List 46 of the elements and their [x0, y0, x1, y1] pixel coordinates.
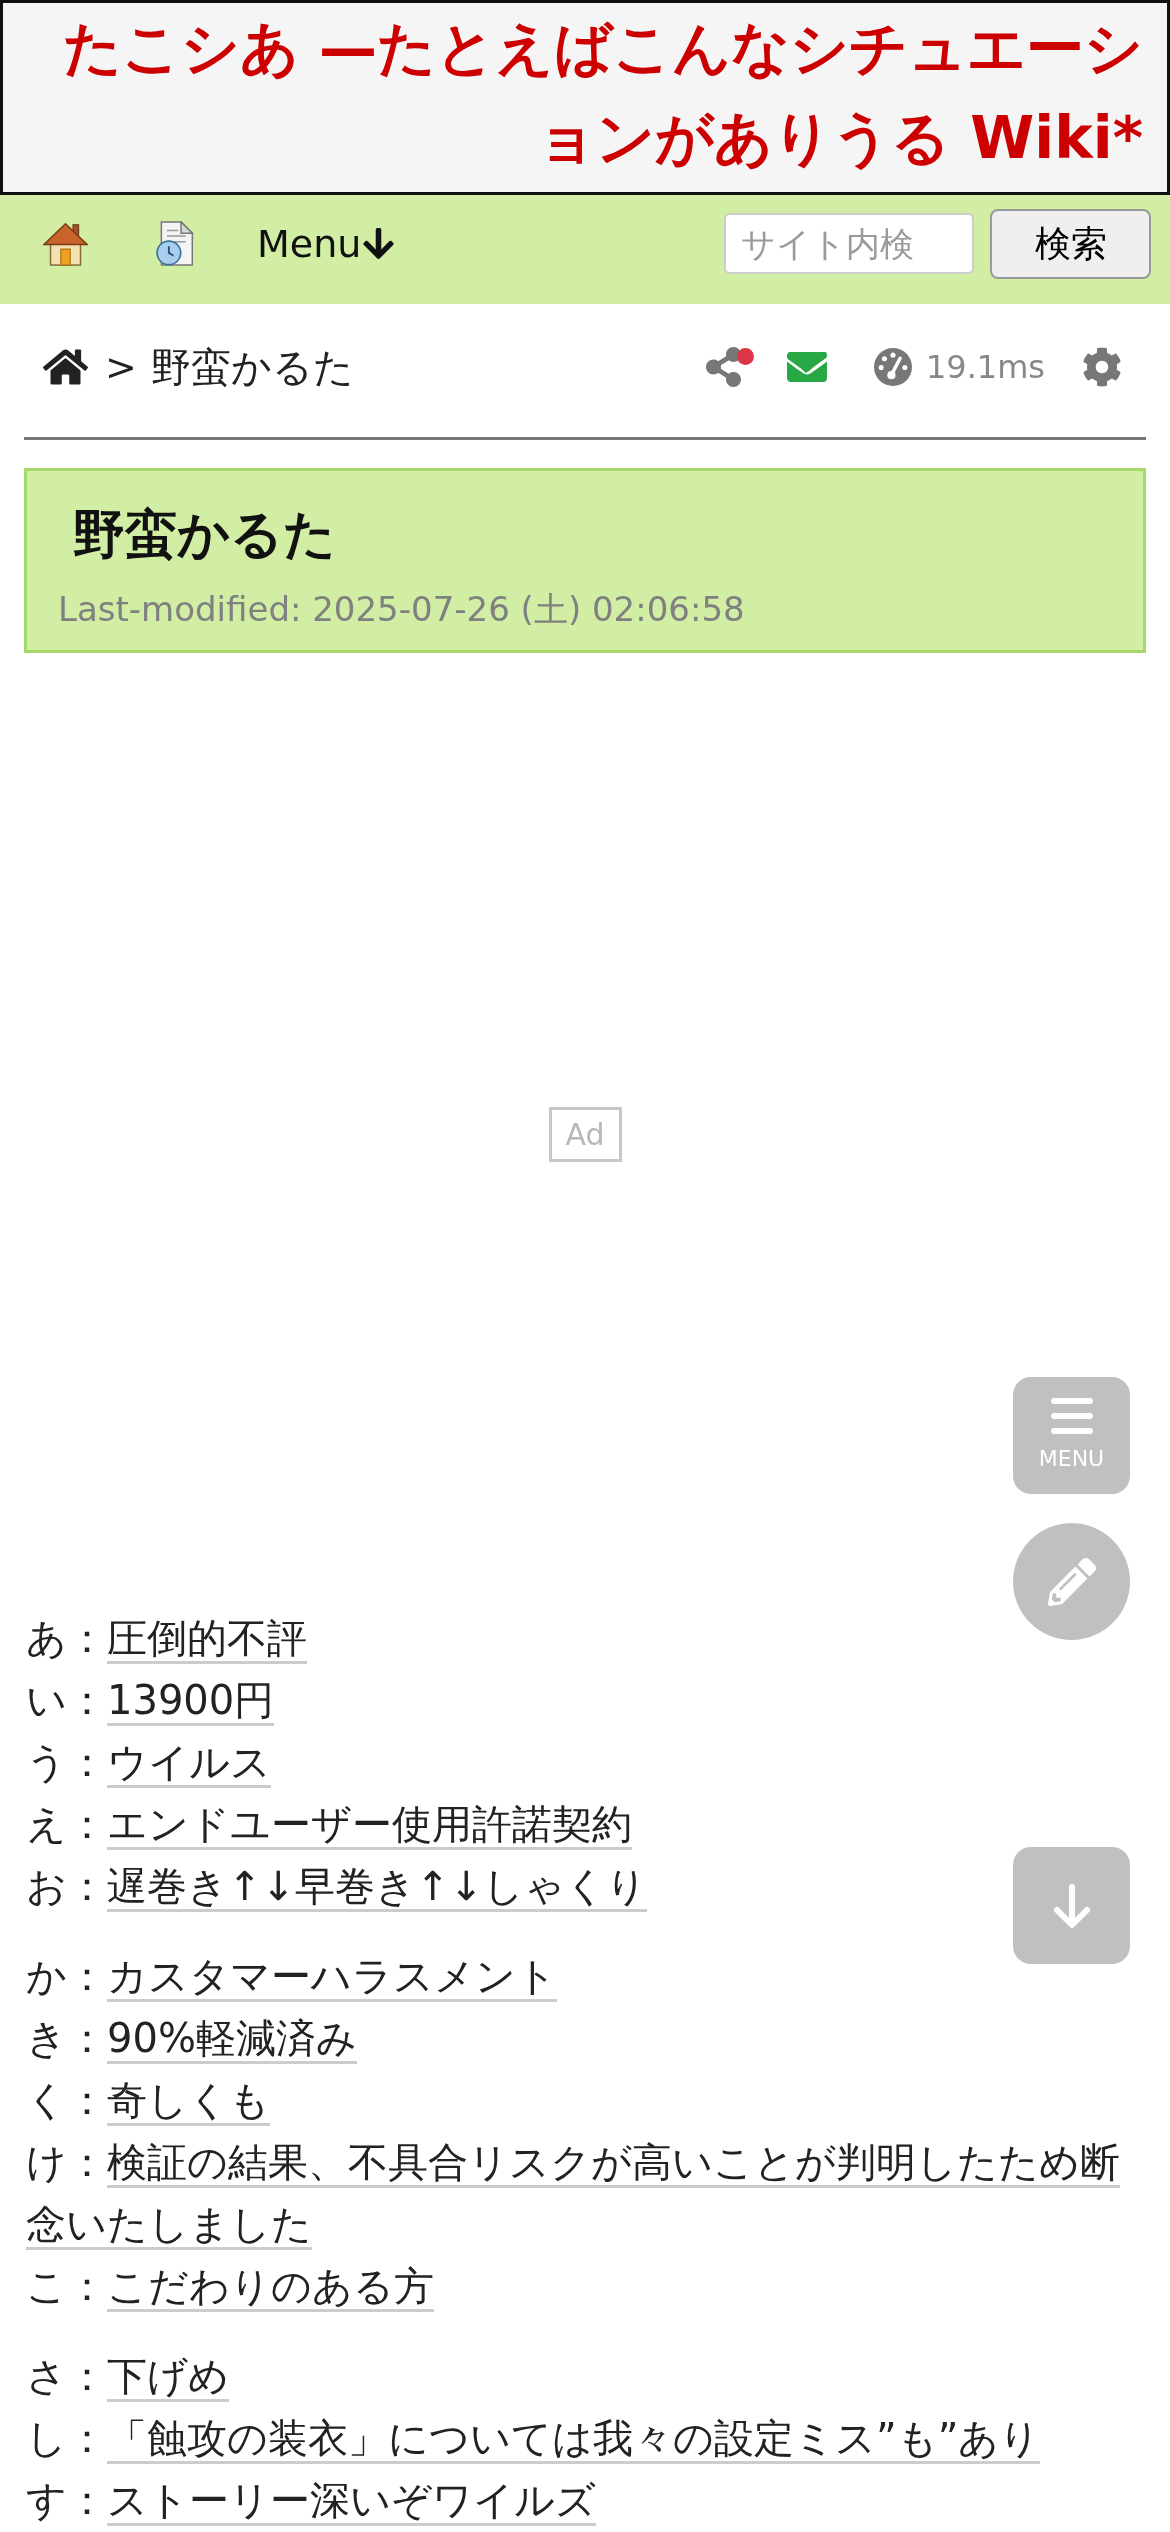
kana-label: か：	[26, 1953, 107, 1999]
kana-label: あ：	[26, 1615, 107, 1661]
gauge-icon	[873, 348, 912, 386]
karuta-link[interactable]: 圧倒的不評	[107, 1615, 307, 1664]
home-icon[interactable]	[43, 347, 88, 387]
karuta-link[interactable]: ウイルス	[107, 1739, 271, 1788]
karuta-link[interactable]: エンドユーザー使用許諾契約	[107, 1801, 632, 1850]
response-time: 19.1ms	[925, 347, 1045, 387]
kana-label: さ：	[26, 2353, 107, 2399]
search-field[interactable]: サイト内検	[724, 213, 974, 274]
home-icon[interactable]	[43, 221, 88, 266]
share-icon[interactable]	[705, 347, 741, 387]
kana-label: う：	[26, 1739, 107, 1785]
ad-label: Ad	[548, 1107, 622, 1162]
pencil-icon	[1047, 1557, 1096, 1606]
kana-label: く：	[26, 2077, 107, 2123]
page-title: 野蛮かるた	[73, 503, 337, 566]
menu-icon	[1050, 1398, 1093, 1434]
document-clock-icon[interactable]	[153, 221, 196, 266]
arrow-down-icon	[1052, 1883, 1091, 1928]
site-title[interactable]: たこシあ —たとえばこんなシチュエーションがありうる Wiki*	[43, 3, 1143, 183]
karuta-link[interactable]: 「蝕攻の装衣」については我々の設定ミス”も”あり	[107, 2415, 1041, 2464]
karuta-link[interactable]: 13900円	[107, 1677, 275, 1726]
karuta-link[interactable]: 下げめ	[107, 2353, 229, 2402]
last-modified: Last-modified: 2025-07-26 (土) 02:06:58	[58, 588, 746, 631]
karuta-link[interactable]: 奇しくも	[107, 2077, 270, 2126]
karuta-link[interactable]: 遅巻き↑↓早巻き↑↓しゃくり	[107, 1863, 648, 1912]
menu-link[interactable]: Menu	[257, 220, 395, 267]
arrow-down-icon	[363, 226, 395, 261]
breadcrumb-current: 野蛮かるた	[150, 343, 354, 391]
karuta-link[interactable]: カスタマーハラスメント	[107, 1953, 557, 2002]
breadcrumb-separator: >	[105, 344, 137, 390]
kana-label: お：	[26, 1863, 107, 1909]
kana-label: し：	[26, 2415, 107, 2461]
karuta-link[interactable]: こだわりのある方	[107, 2263, 434, 2312]
mail-icon[interactable]	[786, 352, 827, 382]
kana-label: す：	[26, 2477, 107, 2523]
settings-icon[interactable]	[1082, 347, 1122, 387]
kana-label: こ：	[26, 2263, 107, 2309]
karuta-link[interactable]: ストーリー深いぞワイルズ	[107, 2477, 596, 2526]
kana-label: え：	[26, 1801, 107, 1847]
karuta-link[interactable]: 90%軽減済み	[107, 2015, 357, 2064]
kana-label: け：	[26, 2138, 107, 2187]
search-button[interactable]: 検索	[990, 208, 1151, 279]
kana-label: き：	[26, 2015, 107, 2061]
kana-label: い：	[26, 1677, 107, 1723]
